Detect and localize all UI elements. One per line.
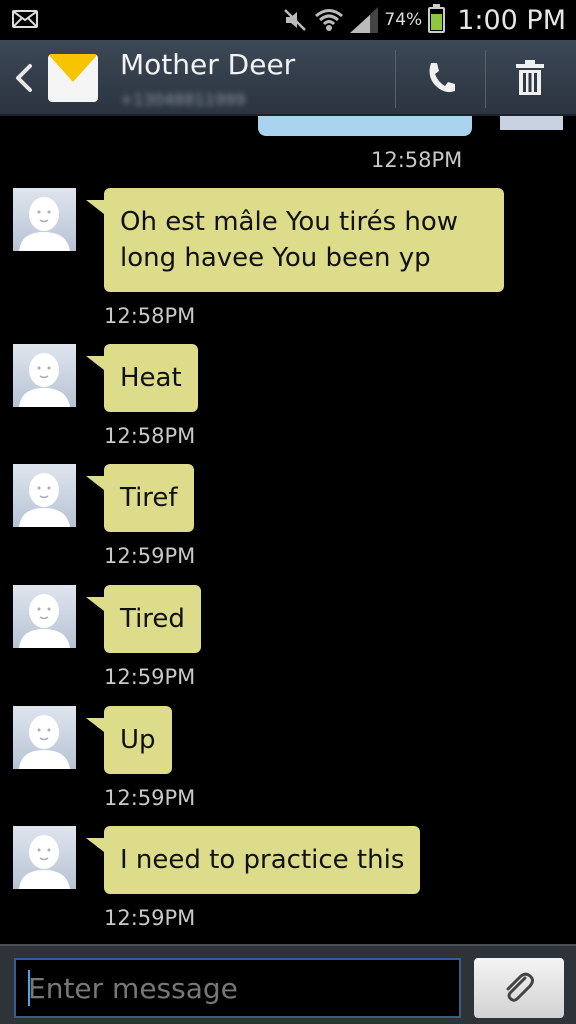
- received-message-bubble[interactable]: Up: [86, 706, 172, 774]
- contact-avatar[interactable]: [13, 826, 76, 889]
- text-cursor: [28, 970, 30, 1006]
- call-icon: [429, 63, 455, 93]
- battery-percent: 74%: [384, 10, 423, 30]
- contact-avatar[interactable]: [13, 344, 76, 407]
- received-message-bubble[interactable]: I need to practice this: [85, 826, 421, 894]
- contact-number: +13048811999: [120, 90, 246, 109]
- my-avatar: [500, 116, 563, 130]
- received-message-bubble[interactable]: Tiref: [86, 464, 194, 532]
- signal-icon: [350, 7, 379, 33]
- contact-avatar[interactable]: [13, 585, 76, 648]
- contact-name: Mother Deer: [120, 48, 296, 81]
- message-time: 12:58PM: [371, 148, 463, 172]
- paperclip-icon: [506, 972, 534, 1002]
- contact-avatar[interactable]: [13, 706, 76, 769]
- message-time: 12:58PM: [104, 424, 196, 448]
- battery-level: [431, 13, 443, 30]
- clock: 1:00 PM: [457, 4, 566, 36]
- status-bar: 74% 1:00 PM: [0, 0, 576, 40]
- composer-bar: [0, 944, 576, 1024]
- wifi-icon: [315, 9, 344, 31]
- messaging-app-icon[interactable]: [48, 54, 98, 102]
- delete-button[interactable]: [490, 40, 570, 116]
- header-divider: [485, 50, 486, 108]
- contact-avatar[interactable]: [13, 188, 76, 251]
- delete-icon: [516, 60, 544, 95]
- battery-icon: [428, 4, 446, 33]
- message-time: 12:59PM: [104, 786, 196, 810]
- attach-button[interactable]: [474, 958, 564, 1018]
- message-time: 12:58PM: [104, 304, 196, 328]
- call-button[interactable]: [400, 40, 480, 116]
- received-message-bubble[interactable]: Oh est mâle You tirés how long havee You…: [86, 188, 504, 292]
- message-time: 12:59PM: [104, 906, 196, 930]
- back-icon[interactable]: [12, 60, 36, 96]
- sent-message-bubble[interactable]: [258, 116, 472, 136]
- message-time: 12:59PM: [104, 665, 196, 689]
- mute-icon: [284, 9, 307, 31]
- conversation-header: Mother Deer +13048811999: [0, 40, 576, 116]
- header-divider: [395, 50, 396, 108]
- contact-avatar[interactable]: [13, 464, 76, 527]
- conversation-list[interactable]: 12:58PM Oh est mâle You tirés how long h…: [0, 116, 576, 944]
- message-notification-icon: [12, 10, 38, 28]
- message-time: 12:59PM: [104, 544, 196, 568]
- received-message-bubble[interactable]: Heat: [86, 344, 198, 412]
- received-message-bubble[interactable]: Tired: [86, 585, 201, 653]
- message-input[interactable]: [14, 958, 461, 1018]
